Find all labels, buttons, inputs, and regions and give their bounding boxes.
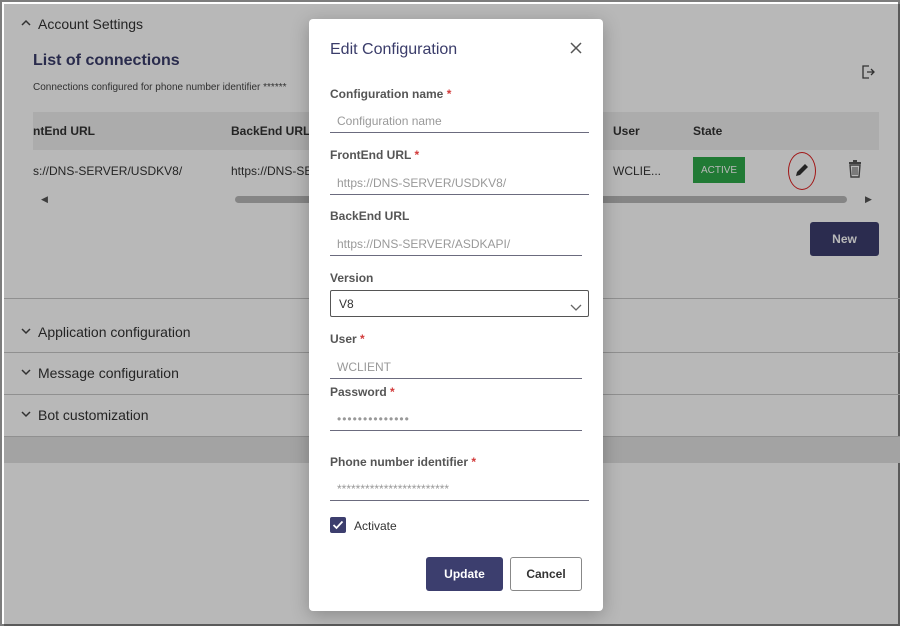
config-name-field[interactable]: Configuration name <box>330 107 589 133</box>
version-value: V8 <box>339 297 354 311</box>
user-input[interactable]: WCLIENT <box>337 360 391 374</box>
update-button[interactable]: Update <box>426 557 503 591</box>
version-select[interactable]: V8 <box>330 290 589 317</box>
app-frame: Account Settings List of connections Con… <box>0 0 900 626</box>
user-field[interactable]: WCLIENT <box>330 353 582 379</box>
user-label: User * <box>330 332 365 346</box>
activate-label[interactable]: Activate <box>354 519 397 533</box>
frontend-url-input[interactable]: https://DNS-SERVER/USDKV8/ <box>337 176 506 190</box>
chevron-down-icon <box>570 299 582 311</box>
version-label: Version <box>330 271 374 285</box>
edit-configuration-dialog: Edit Configuration Configuration name * … <box>309 19 603 611</box>
backend-url-field[interactable]: https://DNS-SERVER/ASDKAPI/ <box>330 230 582 256</box>
check-icon <box>332 520 344 530</box>
close-icon[interactable] <box>569 41 583 55</box>
frontend-url-field[interactable]: https://DNS-SERVER/USDKV8/ <box>330 169 589 195</box>
password-input[interactable]: •••••••••••••• <box>337 412 410 426</box>
phone-id-field[interactable]: ************************ <box>330 475 589 501</box>
backend-url-label: BackEnd URL <box>330 209 410 223</box>
dialog-title: Edit Configuration <box>330 41 458 58</box>
phone-id-input[interactable]: ************************ <box>337 482 449 496</box>
config-name-input[interactable]: Configuration name <box>337 114 442 128</box>
config-name-label: Configuration name * <box>330 87 452 101</box>
cancel-button[interactable]: Cancel <box>510 557 582 591</box>
activate-checkbox[interactable] <box>330 517 346 533</box>
password-label: Password * <box>330 385 395 399</box>
frontend-url-label: FrontEnd URL * <box>330 148 420 162</box>
password-field[interactable]: •••••••••••••• <box>330 405 582 431</box>
backend-url-input[interactable]: https://DNS-SERVER/ASDKAPI/ <box>337 237 510 251</box>
phone-id-label: Phone number identifier * <box>330 455 477 469</box>
